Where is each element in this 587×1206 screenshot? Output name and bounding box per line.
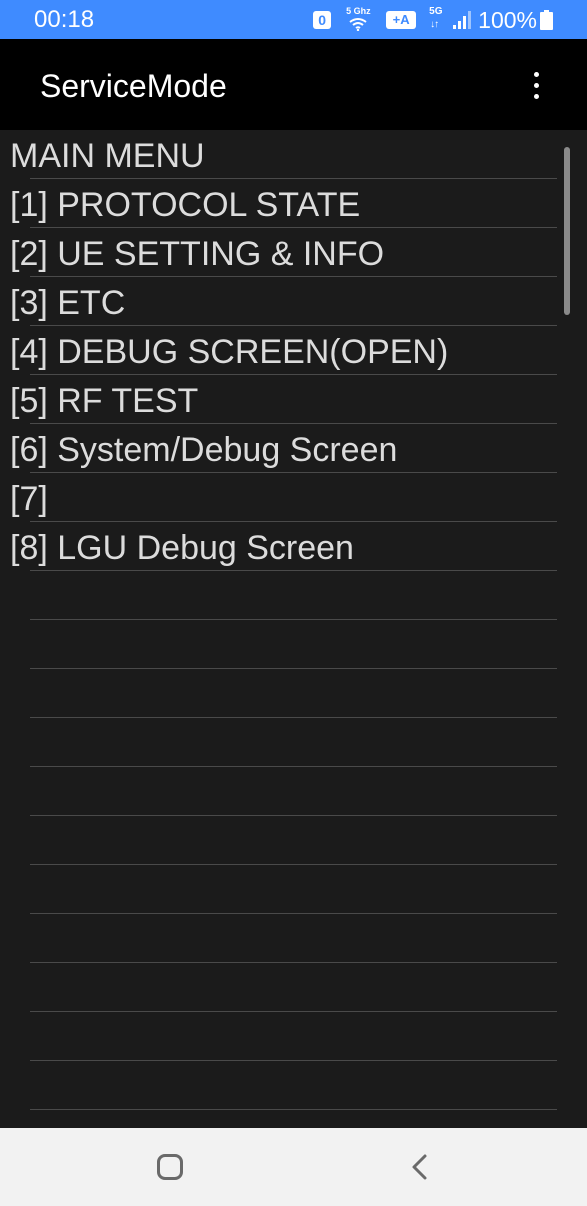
menu-item-empty[interactable]: [0, 1110, 587, 1128]
menu-item-empty[interactable]: [0, 718, 587, 767]
menu-list: MAIN MENU [1] PROTOCOL STATE [2] UE SETT…: [0, 130, 587, 1128]
menu-item-label: [8] LGU Debug Screen: [10, 529, 354, 567]
menu-item-empty[interactable]: [0, 1061, 587, 1110]
menu-item-label: [7]: [10, 480, 48, 518]
menu-item-label: [3] ETC: [10, 284, 126, 322]
menu-item-debug-screen-open[interactable]: [4] DEBUG SCREEN(OPEN): [0, 326, 587, 375]
menu-item-empty[interactable]: [0, 914, 587, 963]
menu-item-empty[interactable]: [0, 816, 587, 865]
notification-badge: 0: [313, 11, 332, 29]
network-arrows-icon: ↓↑: [430, 19, 439, 30]
menu-item-label: [2] UE SETTING & INFO: [10, 235, 385, 273]
menu-item-rf-test[interactable]: [5] RF TEST: [0, 375, 587, 424]
menu-item-label: [4] DEBUG SCREEN(OPEN): [10, 333, 449, 371]
menu-item-label: [5] RF TEST: [10, 382, 199, 420]
wifi-band-label: 5 Ghz: [346, 6, 371, 16]
menu-item-empty[interactable]: [0, 865, 587, 914]
status-icons: 0 5 Ghz +A 5G ↓↑ 100%: [313, 5, 553, 35]
menu-item-system-debug-screen[interactable]: [6] System/Debug Screen: [0, 424, 587, 473]
network-type-label: 5G: [429, 6, 443, 17]
app-title: ServiceMode: [40, 68, 227, 104]
menu-item-etc[interactable]: [3] ETC: [0, 277, 587, 326]
menu-item-empty[interactable]: [0, 963, 587, 1012]
more-vert-icon[interactable]: [516, 62, 556, 108]
menu-item-label: [1] PROTOCOL STATE: [10, 186, 361, 224]
status-bar: 00:18 0 5 Ghz +A 5G ↓↑ 100%: [0, 0, 587, 39]
menu-item-label: MAIN MENU: [10, 137, 205, 175]
battery-icon: [540, 10, 553, 30]
battery-percent: 100%: [478, 7, 537, 33]
home-square-icon[interactable]: [157, 1154, 183, 1180]
menu-item-ue-setting-info[interactable]: [2] UE SETTING & INFO: [0, 228, 587, 277]
call-badge: +A: [386, 11, 417, 29]
menu-item-label: [6] System/Debug Screen: [10, 431, 398, 469]
signal-icon: [453, 11, 472, 29]
wifi-arcs-icon: [349, 18, 367, 31]
menu-item-protocol-state[interactable]: [1] PROTOCOL STATE: [0, 179, 587, 228]
network-type-icon: 5G ↓↑: [428, 7, 448, 33]
menu-item-empty[interactable]: [0, 1012, 587, 1061]
navigation-bar: [0, 1128, 587, 1206]
status-time: 00:18: [34, 6, 95, 33]
menu-item-empty[interactable]: [0, 767, 587, 816]
scrollbar[interactable]: [564, 147, 570, 315]
menu-item-lgu-debug-screen[interactable]: [8] LGU Debug Screen: [0, 522, 587, 571]
menu-content[interactable]: MAIN MENU [1] PROTOCOL STATE [2] UE SETT…: [0, 130, 587, 1128]
menu-item-empty[interactable]: [0, 620, 587, 669]
menu-item-empty[interactable]: [0, 571, 587, 620]
back-chevron-icon[interactable]: [408, 1152, 432, 1182]
wifi-icon: 5 Ghz: [344, 6, 374, 33]
menu-item-main-menu[interactable]: MAIN MENU: [0, 130, 587, 179]
app-bar: ServiceMode: [0, 39, 587, 130]
menu-item-7[interactable]: [7]: [0, 473, 587, 522]
menu-item-empty[interactable]: [0, 669, 587, 718]
